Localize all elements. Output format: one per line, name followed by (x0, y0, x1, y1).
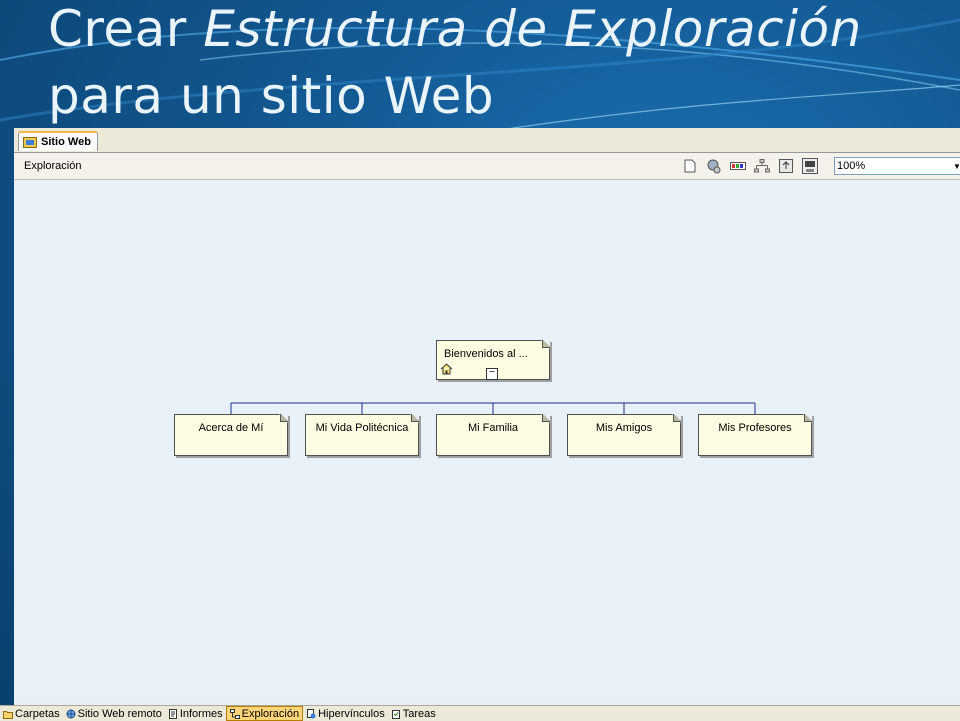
view-tab-remote-site[interactable]: Sitio Web remoto (63, 706, 165, 721)
title-line2: para un sitio Web (48, 67, 495, 125)
document-tabstrip: Sitio Web (14, 128, 960, 153)
view-tab-reports[interactable]: Informes (165, 706, 226, 721)
website-icon (23, 137, 37, 148)
org-chart-icon[interactable] (753, 157, 771, 175)
page-node[interactable]: Mi Vida Politécnica (305, 414, 419, 456)
view-tab-label: Sitio Web remoto (77, 707, 162, 720)
tab-label: Sitio Web (41, 135, 91, 148)
web-settings-icon[interactable] (705, 157, 723, 175)
page-label: Mis Amigos (595, 422, 653, 434)
title-prefix: Crear (48, 0, 204, 58)
view-title: Exploración (24, 160, 82, 172)
navigation-canvas: Bienvenidos al ... − Acerca de Mí Mi Vid… (14, 180, 960, 700)
view-tab-navigation[interactable]: Exploración (225, 706, 304, 721)
remote-site-icon (66, 709, 76, 718)
page-label: Mi Vida Politécnica (315, 422, 409, 434)
collapse-toggle[interactable]: − (486, 368, 498, 380)
view-tab-hyperlinks[interactable]: Hipervínculos (303, 706, 388, 721)
toolbar-icons (681, 157, 819, 175)
folder-icon (3, 710, 13, 719)
view-toolbar: Exploración 100% ▼ (14, 153, 960, 180)
tab-sitio-web[interactable]: Sitio Web (18, 131, 98, 151)
home-icon (440, 363, 453, 375)
reports-icon (168, 708, 177, 719)
page-label: Mi Familia (467, 422, 519, 434)
page-label: Mis Profesores (718, 422, 792, 434)
view-tab-label: Tareas (402, 707, 436, 720)
view-tab-label: Informes (179, 707, 223, 720)
view-tab-label: Hipervínculos (318, 707, 385, 720)
page-node[interactable]: Mi Familia (436, 414, 550, 456)
color-bar-icon[interactable] (729, 157, 747, 175)
page-node[interactable]: Acerca de Mí (174, 414, 288, 456)
slide-title: Crear Estructura de Exploración para un … (48, 0, 948, 130)
page-node[interactable]: Mis Profesores (698, 414, 812, 456)
hyperlinks-icon (307, 708, 316, 718)
title-emphasis: Estructura de Exploración (203, 0, 862, 58)
root-page-node[interactable]: Bienvenidos al ... − (436, 340, 550, 380)
new-page-icon[interactable] (681, 157, 699, 175)
view-tab-tasks[interactable]: Tareas (388, 706, 439, 721)
zoom-value: 100% (837, 160, 866, 172)
views-bar: Carpetas Sitio Web remoto Informes Explo… (0, 705, 960, 721)
view-tab-label: Exploración (241, 707, 300, 720)
app-window: Sitio Web Exploración 100% ▼ Bienvenidos… (14, 128, 960, 720)
view-tab-carpetas[interactable]: Carpetas (0, 706, 63, 721)
view-tab-label: Carpetas (15, 707, 60, 720)
root-page-label: Bienvenidos al ... (444, 348, 528, 360)
options-icon[interactable] (801, 157, 819, 175)
tasks-icon (391, 709, 400, 719)
navigation-icon (229, 708, 240, 719)
zoom-select[interactable]: 100% ▼ (834, 157, 960, 175)
chevron-down-icon[interactable]: ▼ (951, 159, 960, 173)
page-node[interactable]: Mis Amigos (567, 414, 681, 456)
upload-icon[interactable] (777, 157, 795, 175)
page-label: Acerca de Mí (198, 422, 264, 434)
